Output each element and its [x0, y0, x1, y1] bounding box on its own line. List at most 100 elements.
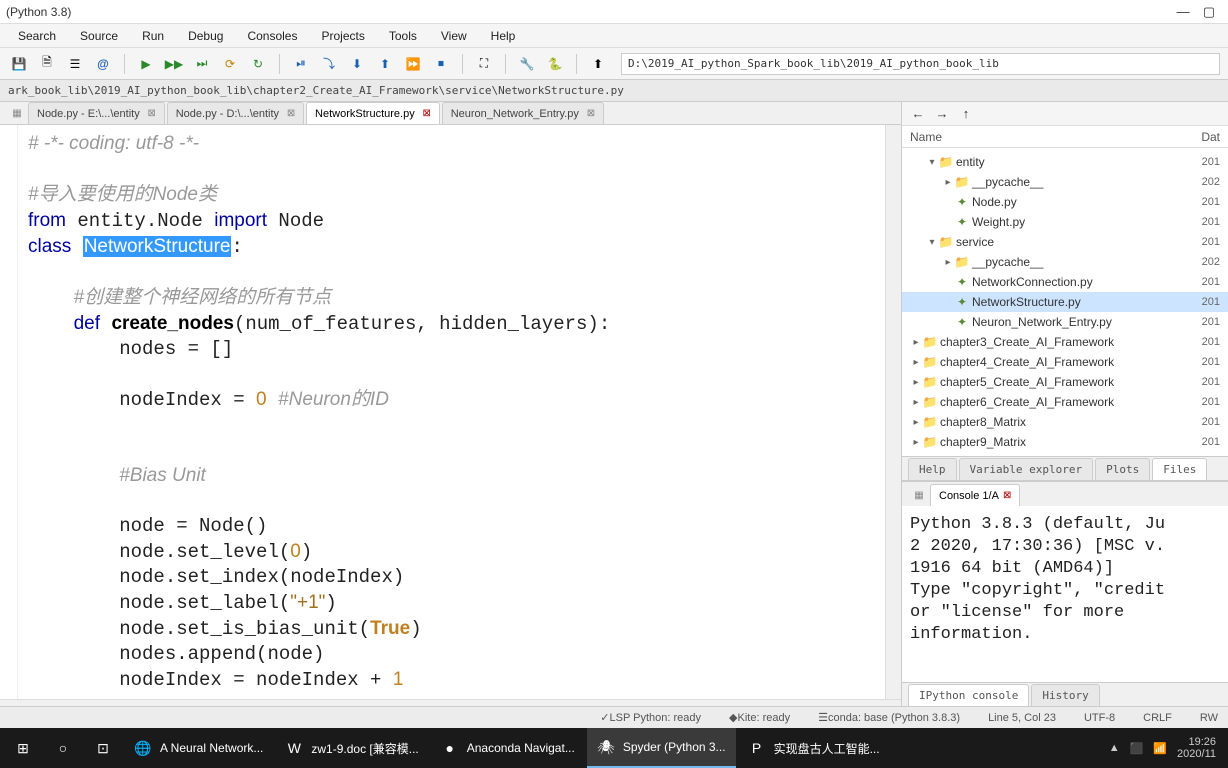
menu-help[interactable]: Help: [479, 27, 528, 45]
menu-run[interactable]: Run: [130, 27, 176, 45]
working-directory-input[interactable]: D:\2019_AI_python_Spark_book_lib\2019_AI…: [621, 53, 1220, 75]
status-eol: CRLF: [1143, 712, 1172, 724]
tree-label: chapter5_Create_AI_Framework: [938, 375, 1202, 389]
save-all-icon[interactable]: 🗎: [36, 53, 58, 75]
stop-icon[interactable]: ⏹: [430, 53, 452, 75]
tree-row[interactable]: ▸📁chapter3_Create_AI_Framework201: [902, 332, 1228, 352]
run-file-icon[interactable]: ↻: [247, 53, 269, 75]
help-tab-files[interactable]: Files: [1152, 458, 1207, 480]
step-into-icon[interactable]: ⬇: [346, 53, 368, 75]
taskbar-item[interactable]: 🌐A Neural Network...: [124, 728, 273, 768]
maximize-button[interactable]: ▢: [1202, 5, 1216, 19]
tree-row[interactable]: ✦Neuron_Network_Entry.py201: [902, 312, 1228, 332]
taskbar-item[interactable]: Wzw1-9.doc [兼容模...: [275, 728, 428, 768]
tray-icon[interactable]: ▲: [1109, 742, 1120, 754]
system-tray: ▲⬛📶19:262020/11: [1109, 736, 1224, 760]
tree-row[interactable]: ▸📁__pycache__202: [902, 172, 1228, 192]
run-cell-advance-icon[interactable]: ⏭: [191, 53, 213, 75]
close-icon[interactable]: ⊠: [421, 108, 433, 120]
taskbar-item[interactable]: ○: [44, 728, 82, 768]
tree-label: service: [954, 235, 1202, 249]
code-editor[interactable]: # -*- coding: utf-8 -*- #导入要使用的Node类 fro…: [18, 125, 885, 699]
taskbar-item[interactable]: ⊡: [84, 728, 122, 768]
console-output[interactable]: Python 3.8.3 (default, Ju 2 2020, 17:30:…: [902, 506, 1228, 682]
close-icon[interactable]: ⊠: [146, 108, 158, 120]
console-bottom-tabs: IPython console History: [902, 682, 1228, 706]
back-icon[interactable]: ←: [910, 106, 926, 122]
forward-icon[interactable]: →: [934, 106, 950, 122]
parent-dir-icon[interactable]: ⬆: [587, 53, 609, 75]
menu-projects[interactable]: Projects: [309, 27, 376, 45]
python-icon[interactable]: 🐍: [544, 53, 566, 75]
console-menu-icon[interactable]: ▦: [908, 484, 930, 506]
folder-icon: 📁: [922, 415, 938, 429]
run-icon[interactable]: ▶: [135, 53, 157, 75]
menu-source[interactable]: Source: [68, 27, 130, 45]
menu-consoles[interactable]: Consoles: [235, 27, 309, 45]
continue-icon[interactable]: ⏩: [402, 53, 424, 75]
tab-node-d[interactable]: Node.py - D:\...\entity⊠: [167, 102, 304, 124]
run-cell-icon[interactable]: ▶▶: [163, 53, 185, 75]
separator: [462, 54, 463, 74]
tree-row[interactable]: ✦NetworkStructure.py201: [902, 292, 1228, 312]
status-lsp: ✓LSP Python: ready: [600, 711, 701, 724]
taskbar-item[interactable]: ⊞: [4, 728, 42, 768]
tree-row[interactable]: ▸📁chapter8_Matrix201: [902, 412, 1228, 432]
menu-search[interactable]: Search: [6, 27, 68, 45]
taskbar-item[interactable]: 🕷Spyder (Python 3...: [587, 728, 736, 768]
tray-icon[interactable]: 📶: [1153, 742, 1167, 755]
help-tab-variable-explorer[interactable]: Variable explorer: [959, 458, 1094, 480]
close-icon[interactable]: ⊠: [285, 108, 297, 120]
tree-row[interactable]: ▾📁entity201: [902, 152, 1228, 172]
tree-row[interactable]: ✦Node.py201: [902, 192, 1228, 212]
tree-row[interactable]: ▸📁chapter9_Matrix201: [902, 432, 1228, 452]
tree-row[interactable]: ▸📁__pycache__202: [902, 252, 1228, 272]
tab-node-e[interactable]: Node.py - E:\...\entity⊠: [28, 102, 165, 124]
settings-icon[interactable]: 🔧: [516, 53, 538, 75]
tray-icon[interactable]: ⬛: [1130, 742, 1144, 755]
save-icon[interactable]: 💾: [8, 53, 30, 75]
vertical-scrollbar[interactable]: [885, 125, 901, 699]
maximize-pane-icon[interactable]: ⛶: [473, 53, 495, 75]
menu-debug[interactable]: Debug: [176, 27, 235, 45]
ipython-tab[interactable]: IPython console: [908, 684, 1029, 706]
up-icon[interactable]: ↑: [958, 106, 974, 122]
history-tab[interactable]: History: [1031, 684, 1099, 706]
app-icon: ⊡: [94, 739, 112, 757]
close-icon[interactable]: ⊠: [585, 108, 597, 120]
step-over-icon[interactable]: ⤵: [318, 53, 340, 75]
step-out-icon[interactable]: ⬆: [374, 53, 396, 75]
separator: [124, 54, 125, 74]
menu-view[interactable]: View: [429, 27, 479, 45]
chevron-icon: ▸: [910, 437, 922, 448]
console-tab[interactable]: Console 1/A⊠: [930, 484, 1020, 506]
app-icon: 🕷: [597, 738, 615, 756]
tree-row[interactable]: ▾📁service201: [902, 232, 1228, 252]
toolbar: 💾 🗎 ☰ @ ▶ ▶▶ ⏭ ⟳ ↻ ⏯ ⤵ ⬇ ⬆ ⏩ ⏹ ⛶ 🔧 🐍 ⬆ D…: [0, 48, 1228, 80]
at-icon[interactable]: @: [92, 53, 114, 75]
list-icon[interactable]: ☰: [64, 53, 86, 75]
tree-row[interactable]: ▸📁chapter6_Create_AI_Framework201: [902, 392, 1228, 412]
tree-row[interactable]: ✦NetworkConnection.py201: [902, 272, 1228, 292]
menu-tools[interactable]: Tools: [377, 27, 429, 45]
taskbar-item[interactable]: ●Anaconda Navigat...: [431, 728, 585, 768]
tree-label: chapter9_Matrix: [938, 435, 1202, 449]
tree-row[interactable]: ▸📁chapter5_Create_AI_Framework201: [902, 372, 1228, 392]
debug-icon[interactable]: ⏯: [290, 53, 312, 75]
minimize-button[interactable]: ―: [1176, 5, 1190, 19]
tree-row[interactable]: ✦Weight.py201: [902, 212, 1228, 232]
tab-neuron-entry[interactable]: Neuron_Network_Entry.py⊠: [442, 102, 604, 124]
help-tab-plots[interactable]: Plots: [1095, 458, 1150, 480]
help-tab-help[interactable]: Help: [908, 458, 957, 480]
tree-row[interactable]: ▸📁chapter4_Create_AI_Framework201: [902, 352, 1228, 372]
tree-date: 201: [1202, 236, 1220, 248]
tab-network-structure[interactable]: NetworkStructure.py⊠: [306, 102, 440, 124]
run-selection-icon[interactable]: ⟳: [219, 53, 241, 75]
chevron-icon: ▸: [942, 177, 954, 188]
app-icon: 🌐: [134, 739, 152, 757]
close-icon[interactable]: ⊠: [1003, 490, 1011, 501]
tab-menu-icon[interactable]: ▦: [6, 102, 28, 124]
taskbar-item[interactable]: P实现盘古人工智能...: [738, 728, 890, 768]
tree-label: chapter3_Create_AI_Framework: [938, 335, 1202, 349]
horizontal-scrollbar[interactable]: [0, 699, 901, 706]
